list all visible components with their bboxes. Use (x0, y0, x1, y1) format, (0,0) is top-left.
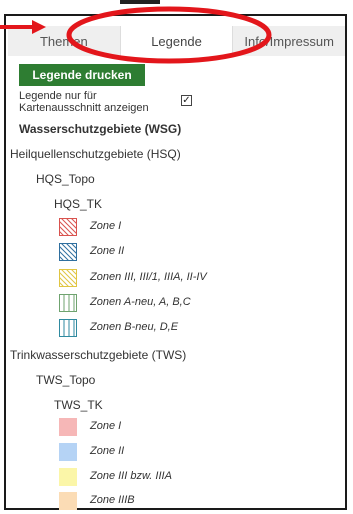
tws-legend-swatch (59, 492, 77, 510)
hsq-layer-title: HQS_TK (54, 197, 103, 211)
print-legend-button[interactable]: Legende drucken (19, 64, 145, 86)
hsq-legend-swatch (40, 242, 95, 262)
tws-legend-swatch (59, 468, 77, 486)
tws-sub-title: TWS_Topo (36, 373, 96, 387)
tws-legend-label: Zone II (90, 445, 125, 457)
hsq-legend-swatch (59, 319, 77, 337)
map-extent-checkbox[interactable]: ✓ (181, 95, 192, 106)
hsq-group-title: Heilquellenschutzgebiete (HSQ) (10, 147, 181, 161)
hsq-legend-label: Zonen B-neu, D,E (90, 321, 179, 333)
tws-legend-label: Zone IIIB (90, 494, 135, 506)
section-title: Wasserschutzgebiete (WSG) (19, 122, 182, 136)
window-edge (120, 0, 160, 4)
arrow-annotation (0, 20, 46, 34)
map-extent-option: Legende nur für Kartenausschnitt anzeige… (19, 90, 239, 114)
tws-layer-title: TWS_TK (54, 398, 103, 412)
tws-legend-swatch (59, 443, 77, 461)
hsq-legend-label: Zone I (90, 220, 122, 232)
hsq-legend-label: Zonen III, III/1, IIIA, II-IV (90, 271, 207, 283)
hsq-legend-label: Zonen A-neu, A, B,C (90, 296, 191, 308)
hsq-sub-title: HQS_Topo (36, 172, 95, 186)
legend-panel: Themen Legende Info/Impressum Legende dr… (4, 14, 347, 510)
map-extent-label-line2: Kartenausschnitt anzeigen (19, 102, 149, 114)
hsq-legend-swatch (59, 294, 77, 312)
ellipse-annotation (66, 6, 272, 64)
hsq-legend-swatch (40, 268, 95, 288)
hsq-legend-label: Zone II (90, 245, 125, 257)
map-extent-label-line1: Legende nur für (19, 90, 97, 102)
tws-legend-label: Zone I (90, 420, 122, 432)
tws-legend-swatch (59, 418, 77, 436)
tws-legend-label: Zone III bzw. IIIA (90, 470, 172, 482)
tws-group-title: Trinkwasserschutzgebiete (TWS) (10, 348, 187, 362)
hsq-legend-swatch (40, 217, 95, 237)
